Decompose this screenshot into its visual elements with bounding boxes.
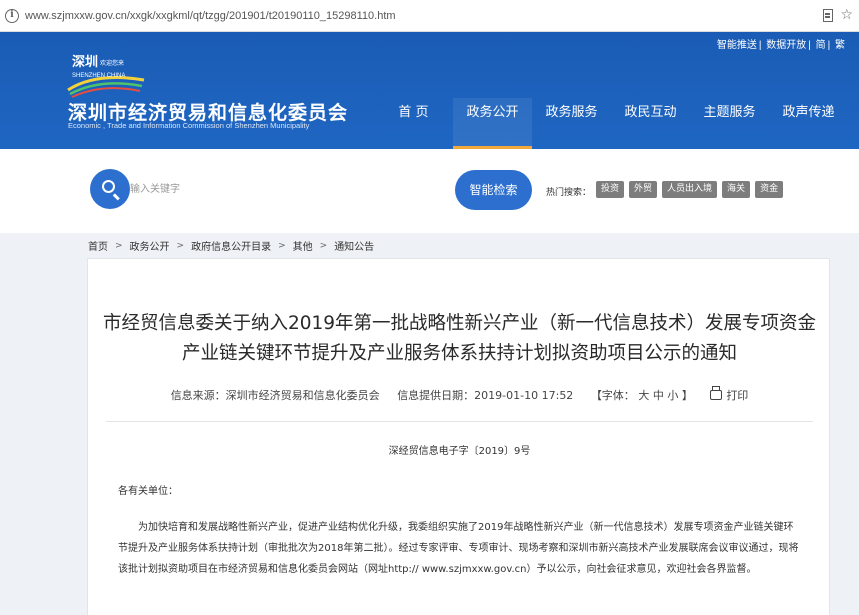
site-info-icon[interactable]: i xyxy=(5,8,19,23)
nav-theme-services[interactable]: 主题服务 xyxy=(690,98,769,149)
svg-text:深圳: 深圳 xyxy=(72,54,98,70)
svg-text:SHENZHEN CHINA: SHENZHEN CHINA xyxy=(72,73,125,79)
toplink-data-open[interactable]: 数据开放 xyxy=(766,40,806,51)
search-icon[interactable] xyxy=(90,169,130,209)
hot-tag-investment[interactable]: 投资 xyxy=(596,181,625,198)
font-size-close: 】 xyxy=(681,389,693,402)
breadcrumb-separator-icon: > xyxy=(319,240,328,251)
font-size-medium[interactable]: 中 xyxy=(653,389,664,402)
font-size-label: 【字体： xyxy=(590,389,635,402)
svg-text:欢迎您来: 欢迎您来 xyxy=(100,59,124,67)
article-title: 市经贸信息委关于纳入2019年第一批战略性新兴产业（新一代信息技术）发展专项资金… xyxy=(102,313,817,364)
print-link[interactable]: 打印 xyxy=(726,389,748,402)
nav-policy-release[interactable]: 政声传递 xyxy=(769,98,848,149)
font-size-small[interactable]: 小 xyxy=(667,389,678,402)
nav-interaction[interactable]: 政民互动 xyxy=(611,98,690,149)
reader-mode-icon[interactable] xyxy=(823,9,833,22)
hot-search-tags: 投资 外贸 人员出入境 海关 资金 xyxy=(596,181,788,198)
smart-search-button[interactable]: 智能检索 xyxy=(455,170,532,210)
search-band: 智能检索 热门搜索： 投资 外贸 人员出入境 海关 资金 xyxy=(0,149,859,233)
printer-icon[interactable] xyxy=(710,386,723,400)
browser-address-bar: i www.szjmxxw.gov.cn/xxgk/xxgkml/qt/tzgg… xyxy=(0,0,859,32)
divider xyxy=(106,421,813,422)
nav-government-affairs-open[interactable]: 政务公开 xyxy=(453,98,532,149)
search-input[interactable] xyxy=(130,175,450,203)
article-source: 信息来源：深圳市经济贸易和信息化委员会 xyxy=(170,389,380,402)
breadcrumb-home[interactable]: 首页 xyxy=(88,238,108,253)
site-header: 智能推送 | 数据开放 | 简 | 繁 深圳 欢迎您来 SHENZHEN CHINA … xyxy=(0,32,859,149)
breadcrumb: 首页 > 政务公开 > 政府信息公开目录 > 其他 > 通知公告 xyxy=(88,238,374,254)
toplink-traditional[interactable]: 繁 xyxy=(835,40,845,51)
hot-search-label: 热门搜索： xyxy=(546,188,592,198)
hot-tag-entry-exit[interactable]: 人员出入境 xyxy=(662,181,718,198)
article-date: 信息提供日期：2019-01-10 17:52 xyxy=(397,389,574,402)
font-size-large[interactable]: 大 xyxy=(638,389,649,402)
article-card: 市经贸信息委关于纳入2019年第一批战略性新兴产业（新一代信息技术）发展专项资金… xyxy=(87,258,830,615)
breadcrumb-government-affairs[interactable]: 政务公开 xyxy=(130,238,170,253)
nav-government-services[interactable]: 政务服务 xyxy=(532,98,611,149)
toplink-simplified[interactable]: 简 xyxy=(816,40,826,51)
article-meta: 信息来源：深圳市经济贸易和信息化委员会 信息提供日期：2019-01-10 17… xyxy=(88,386,831,403)
favorite-star-icon[interactable]: ☆ xyxy=(840,7,853,23)
hot-tag-customs[interactable]: 海关 xyxy=(722,181,751,198)
breadcrumb-separator-icon: > xyxy=(278,240,286,251)
article-body: 为加快培育和发展战略性新兴产业，促进产业结构优化升级，我委组织实施了2019年战… xyxy=(118,522,799,575)
breadcrumb-separator-icon: > xyxy=(115,240,123,251)
salutation: 各有关单位： xyxy=(118,486,178,497)
breadcrumb-notices[interactable]: 通知公告 xyxy=(334,238,374,253)
breadcrumb-separator-icon: > xyxy=(176,240,185,251)
breadcrumb-info-catalog[interactable]: 政府信息公开目录 xyxy=(191,238,271,253)
top-links: 智能推送 | 数据开放 | 简 | 繁 xyxy=(716,40,845,51)
site-logo[interactable]: 深圳 欢迎您来 SHENZHEN CHINA xyxy=(66,50,146,98)
breadcrumb-other[interactable]: 其他 xyxy=(293,238,313,253)
hot-tag-funds[interactable]: 资金 xyxy=(755,181,784,198)
address-url[interactable]: www.szjmxxw.gov.cn/xxgk/xxgkml/qt/tzgg/2… xyxy=(25,10,396,22)
toplink-smart-push[interactable]: 智能推送 xyxy=(717,40,757,51)
nav-home[interactable]: 首 页 xyxy=(374,98,453,149)
site-subtitle: Economic , Trade and Information Commiss… xyxy=(68,121,310,130)
document-number: 深经贸信息电子字〔2019〕9号 xyxy=(388,446,531,457)
hot-tag-foreign-trade[interactable]: 外贸 xyxy=(629,181,658,198)
main-nav: 首 页 政务公开 政务服务 政民互动 主题服务 政声传递 xyxy=(374,98,848,149)
